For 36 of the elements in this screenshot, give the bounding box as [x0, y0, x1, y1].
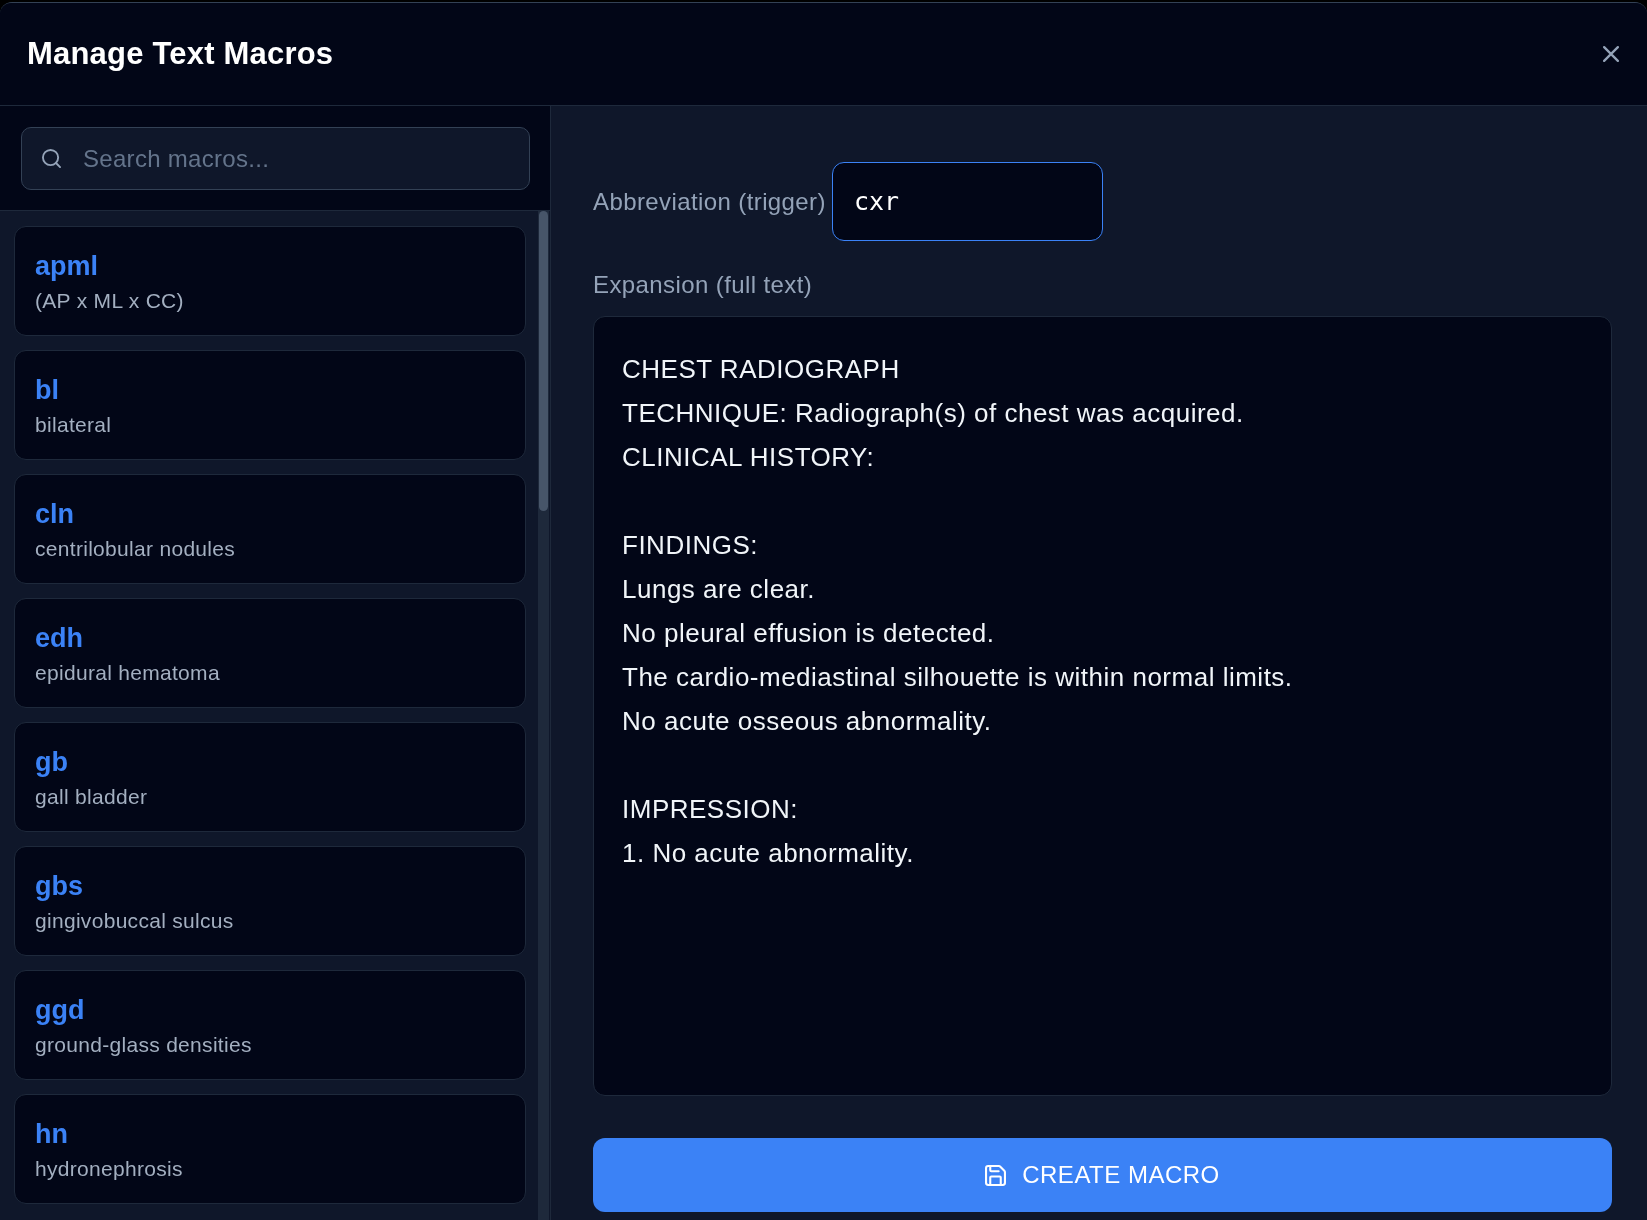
search-icon [42, 149, 61, 168]
macro-abbreviation: bl [35, 374, 60, 407]
dialog-title: Manage Text Macros [27, 35, 334, 73]
search-field[interactable]: Search macros... [21, 127, 530, 190]
macro-list-item[interactable]: apml (AP x ML x CC) [14, 226, 526, 336]
create-macro-button[interactable]: CREATE MACRO [593, 1138, 1612, 1212]
macro-expansion: gall bladder [35, 784, 149, 810]
abbreviation-field[interactable]: cxr [831, 162, 1103, 241]
macro-expansion: (AP x ML x CC) [35, 288, 185, 314]
macro-expansion: gingivobuccal sulcus [35, 908, 235, 934]
expansion-label: Expansion (full text) [593, 270, 813, 300]
macro-list-item[interactable]: gbs gingivobuccal sulcus [14, 846, 526, 956]
macro-list-item[interactable]: edh epidural hematoma [14, 598, 526, 708]
macro-abbreviation: gb [35, 746, 69, 779]
macro-expansion: centrilobular nodules [35, 536, 237, 562]
macro-abbreviation: gbs [35, 870, 84, 903]
macro-list-item[interactable]: bl bilateral [14, 350, 526, 460]
expansion-field[interactable]: CHEST RADIOGRAPH TECHNIQUE: Radiograph(s) of chest was acquired. CLINICAL HISTORY: FINDINGS: Lungs are clear. No pleural effusion is detected. The cardio-mediastinal silhouette is within normal limits. No acute osseous abnormality. IMPRESSION: 1. No acute abnormality. [593, 316, 1612, 1096]
macro-abbreviation: edh [35, 622, 84, 655]
macro-abbreviation: hn [35, 1118, 69, 1151]
close-icon [1603, 46, 1619, 62]
macro-abbreviation: ggd [35, 994, 86, 1027]
macro-abbreviation: apml [35, 250, 100, 283]
macro-list-item[interactable]: cln centrilobular nodules [14, 474, 526, 584]
save-icon [985, 1164, 1007, 1186]
abbreviation-label: Abbreviation (trigger) [593, 186, 826, 217]
scrollbar-thumb[interactable] [539, 211, 548, 511]
macro-expansion: epidural hematoma [35, 660, 221, 686]
macro-expansion: hydronephrosis [35, 1156, 184, 1182]
macro-list-item[interactable]: ggd ground-glass densities [14, 970, 526, 1080]
macro-list-item[interactable]: hn hydronephrosis [14, 1094, 526, 1204]
macro-expansion: ground-glass densities [35, 1032, 253, 1058]
macro-expansion: bilateral [35, 412, 113, 438]
macro-abbreviation: cln [35, 498, 75, 531]
close-button[interactable] [1601, 44, 1621, 64]
macro-list-item[interactable]: gb gall bladder [14, 722, 526, 832]
